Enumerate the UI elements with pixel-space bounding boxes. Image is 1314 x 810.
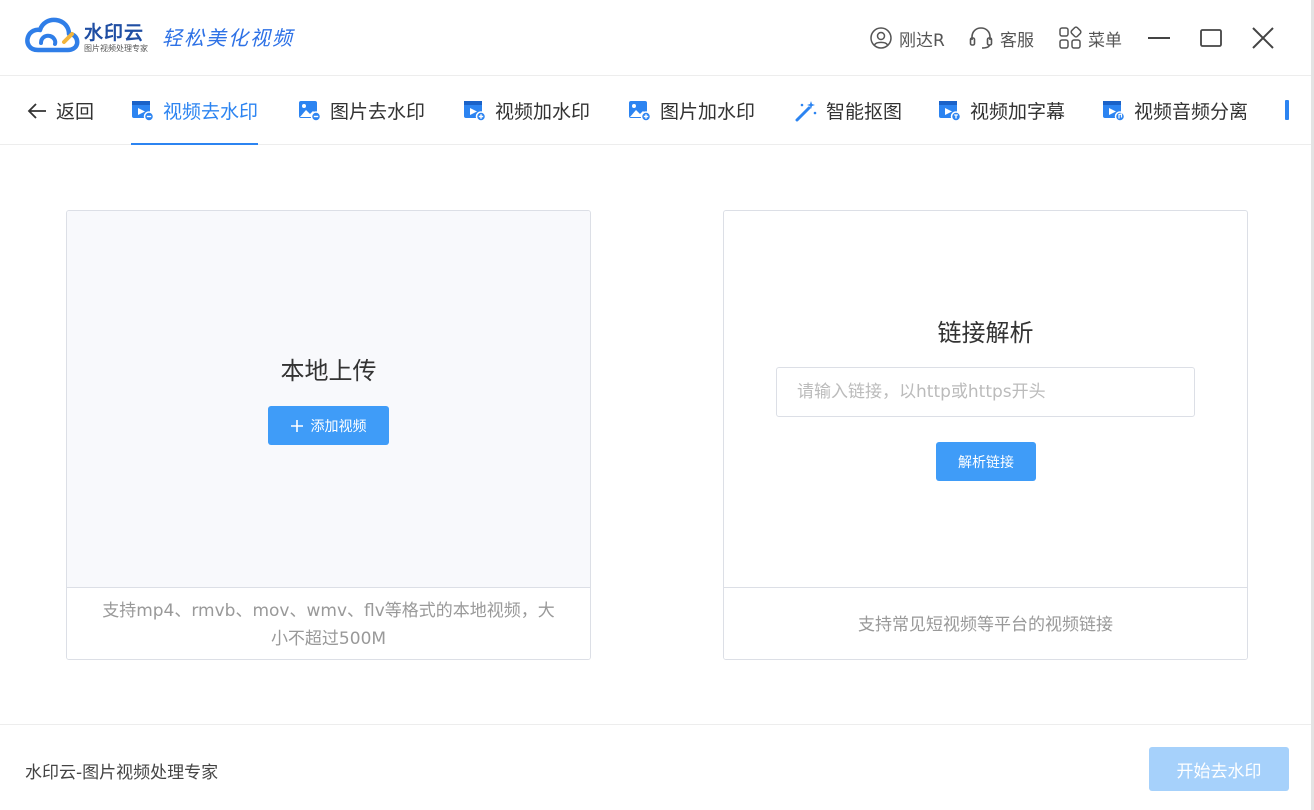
link-parse-panel: 链接解析 解析链接 支持常见短视频等平台的视频链接: [723, 210, 1248, 660]
back-label: 返回: [56, 101, 95, 123]
image-icon: [299, 100, 322, 122]
link-url-input[interactable]: [776, 367, 1195, 417]
back-button[interactable]: 返回: [26, 76, 94, 145]
upload-hint: 支持mp4、rmvb、mov、wmv、flv等格式的本地视频，大小不超过500M: [67, 587, 590, 659]
customer-service-label: 客服: [1000, 30, 1034, 51]
local-upload-panel: 本地上传 添加视频 支持mp4、rmvb、mov、wmv、flv等格式的本地视频…: [66, 210, 591, 660]
headset-icon: [969, 27, 993, 49]
tab-smart-cutout[interactable]: 智能抠图: [794, 76, 902, 145]
arrow-left-icon: [27, 102, 46, 119]
add-video-label: 添加视频: [310, 418, 367, 435]
brand-subtitle: 图片视频处理专家: [84, 44, 148, 53]
video-add-icon: [464, 100, 487, 122]
minimize-icon: [1148, 37, 1170, 39]
start-remove-watermark-button[interactable]: 开始去水印: [1149, 747, 1289, 791]
feature-tab-bar: 返回 视频去水印 图片去水印 视频加水印 图片加水印 智能抠图 视频加字幕 视频…: [0, 76, 1311, 145]
tab-label: 智能抠图: [826, 101, 903, 123]
tab-image-remove-watermark[interactable]: 图片去水印: [298, 76, 425, 145]
customer-service-button[interactable]: 客服: [968, 26, 1034, 51]
link-parse-area: 链接解析 解析链接: [724, 211, 1247, 587]
menu-button[interactable]: 菜单: [1058, 26, 1122, 51]
user-name: 刚达R: [899, 30, 945, 51]
user-icon: [870, 27, 892, 49]
tab-video-audio-separate[interactable]: 视频音频分离: [1102, 76, 1248, 145]
tab-label: 视频音频分离: [1134, 101, 1249, 123]
upload-drop-area[interactable]: 本地上传 添加视频: [67, 211, 590, 587]
tab-label: 图片去水印: [330, 101, 426, 123]
user-account-button[interactable]: 刚达R: [869, 26, 945, 51]
add-video-button[interactable]: 添加视频: [268, 406, 389, 445]
close-icon: [1252, 27, 1274, 49]
parse-link-label: 解析链接: [958, 454, 1014, 471]
tab-video-add-watermark[interactable]: 视频加水印: [463, 76, 590, 145]
close-button[interactable]: [1249, 24, 1277, 52]
title-bar: 水印云 图片视频处理专家 轻松美化视频 刚达R 客服 菜单: [0, 0, 1311, 76]
grid-menu-icon: [1059, 26, 1082, 49]
brand-name: 水印云: [84, 22, 145, 44]
upload-title: 本地上传: [280, 357, 377, 385]
magic-wand-icon: [795, 100, 817, 121]
tab-label: 视频加水印: [495, 101, 591, 123]
brand-slogan: 轻松美化视频: [162, 26, 294, 50]
tab-video-remove-watermark[interactable]: 视频去水印: [131, 76, 259, 145]
plus-icon: [290, 419, 303, 432]
minimize-button[interactable]: [1145, 24, 1173, 52]
video-icon: [132, 100, 155, 122]
link-hint: 支持常见短视频等平台的视频链接: [724, 587, 1247, 659]
video-audio-icon: [1103, 100, 1126, 122]
tab-image-add-watermark[interactable]: 图片加水印: [628, 76, 755, 145]
maximize-icon: [1200, 29, 1222, 47]
parse-link-button[interactable]: 解析链接: [936, 442, 1036, 481]
footer-bar: 水印云-图片视频处理专家 开始去水印: [0, 724, 1311, 810]
maximize-button[interactable]: [1197, 24, 1225, 52]
tab-video-subtitles[interactable]: 视频加字幕: [938, 76, 1065, 145]
tab-label: 图片加水印: [660, 101, 756, 123]
tab-overflow-indicator[interactable]: [1285, 100, 1289, 120]
tab-label: 视频加字幕: [970, 101, 1066, 123]
menu-label: 菜单: [1088, 30, 1122, 51]
video-subtitle-icon: [939, 100, 962, 122]
cloud-logo-icon: [25, 17, 80, 53]
footer-brand-text: 水印云-图片视频处理专家: [25, 763, 219, 783]
app-window: 水印云 图片视频处理专家 轻松美化视频 刚达R 客服 菜单 返回 视频去水印 图…: [0, 0, 1314, 810]
image-add-icon: [629, 100, 652, 122]
tab-label: 视频去水印: [163, 101, 259, 123]
link-parse-title: 链接解析: [937, 319, 1034, 347]
